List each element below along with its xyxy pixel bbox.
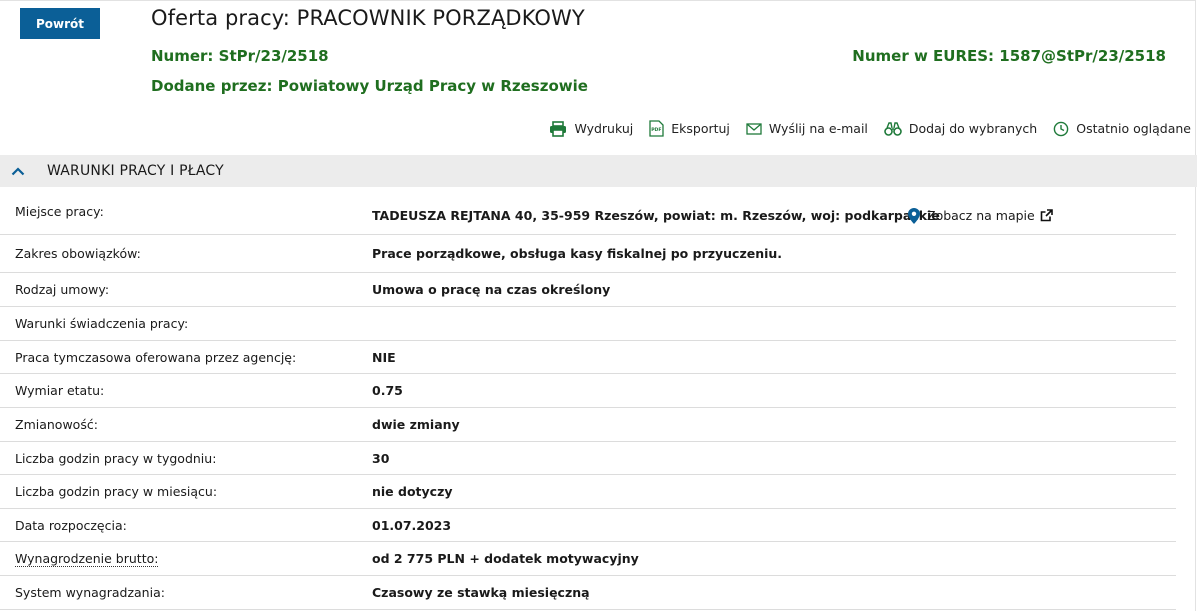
row-value: dwie zmiany — [372, 417, 460, 432]
row-label: Zakres obowiązków: — [15, 246, 141, 261]
recently-viewed-button[interactable]: Ostatnio oglądane — [1053, 121, 1191, 137]
table-row: Wynagrodzenie brutto: od 2 775 PLN + dod… — [0, 542, 1176, 576]
table-row: Data rozpoczęcia: 01.07.2023 — [0, 509, 1176, 542]
row-label: Praca tymczasowa oferowana przez agencję… — [15, 349, 297, 365]
table-row: Miejsce pracy: TADEUSZA REJTANA 40, 35-9… — [0, 197, 1176, 235]
export-button[interactable]: PDF Eksportuj — [649, 120, 730, 137]
print-label: Wydrukuj — [574, 121, 634, 136]
section-title: WARUNKI PRACY I PŁACY — [47, 163, 224, 179]
print-button[interactable]: Wydrukuj — [549, 120, 634, 137]
row-value: Umowa o pracę na czas określony — [372, 282, 611, 297]
row-value: Prace porządkowe, obsługa kasy fiskalnej… — [372, 246, 783, 261]
export-label: Eksportuj — [671, 121, 730, 136]
envelope-icon — [746, 122, 762, 135]
row-label: Miejsce pracy: — [15, 204, 104, 219]
row-label: Data rozpoczęcia: — [15, 517, 127, 533]
added-by-value: Powiatowy Urząd Pracy w Rzeszowie — [277, 77, 588, 95]
svg-text:PDF: PDF — [651, 127, 661, 133]
printer-icon — [550, 120, 567, 137]
row-value: Czasowy ze stawką miesięczną — [372, 585, 590, 600]
table-row: Rodzaj umowy: Umowa o pracę na czas okre… — [0, 273, 1176, 307]
external-link-icon — [1040, 209, 1053, 222]
row-label: Rodzaj umowy: — [15, 282, 110, 297]
details-table: Miejsce pracy: TADEUSZA REJTANA 40, 35-9… — [0, 197, 1176, 610]
map-link[interactable]: Zobacz na mapie — [908, 207, 1053, 224]
add-to-favorites-button[interactable]: Dodaj do wybranych — [884, 121, 1037, 136]
row-label: Wymiar etatu: — [15, 383, 105, 398]
chevron-up-icon[interactable] — [11, 166, 25, 176]
row-value: od 2 775 PLN + dodatek motywacyjny — [372, 551, 639, 566]
table-row: Liczba godzin pracy w miesiącu: nie doty… — [0, 475, 1176, 509]
added-by: Dodane przez: Powiatowy Urząd Pracy w Rz… — [151, 77, 588, 95]
row-label: Liczba godzin pracy w tygodniu: — [15, 450, 217, 466]
added-by-label: Dodane przez: — [151, 77, 273, 95]
offer-number: Numer: StPr/23/2518 — [151, 47, 329, 65]
table-row: Zmianowość: dwie zmiany — [0, 408, 1176, 442]
row-label: Wynagrodzenie brutto: — [15, 551, 159, 567]
row-label: System wynagradzania: — [15, 585, 165, 600]
add-to-favorites-label: Dodaj do wybranych — [908, 121, 1038, 136]
map-link-label: Zobacz na mapie — [927, 208, 1035, 223]
table-row: Praca tymczasowa oferowana przez agencję… — [0, 341, 1176, 374]
row-label: Liczba godzin pracy w miesiącu: — [15, 484, 218, 499]
row-value: 30 — [372, 450, 390, 466]
back-button[interactable]: Powrót — [20, 8, 100, 39]
section-header[interactable]: WARUNKI PRACY I PŁACY — [0, 155, 1197, 187]
table-row: Wymiar etatu: 0.75 — [0, 374, 1176, 408]
pdf-icon: PDF — [649, 120, 664, 137]
action-toolbar: Wydrukuj PDF Eksportuj Wyślij na e-mail … — [533, 120, 1191, 137]
map-pin-icon — [908, 207, 920, 224]
eures-number-label: Numer w EURES: — [852, 47, 995, 65]
page-title: Oferta pracy: PRACOWNIK PORZĄDKOWY — [151, 6, 585, 30]
row-value: 01.07.2023 — [372, 517, 452, 533]
row-label: Warunki świadczenia pracy: — [15, 316, 189, 331]
table-row: System wynagradzania: Czasowy ze stawką … — [0, 576, 1176, 610]
offer-number-label: Numer: — [151, 47, 214, 65]
offer-number-value: StPr/23/2518 — [218, 47, 329, 65]
email-button[interactable]: Wyślij na e-mail — [746, 121, 868, 136]
row-value: 0.75 — [372, 383, 403, 398]
table-row: Warunki świadczenia pracy: — [0, 307, 1176, 341]
clock-icon — [1053, 121, 1069, 136]
table-row: Liczba godzin pracy w tygodniu: 30 — [0, 442, 1176, 475]
email-label: Wyślij na e-mail — [768, 121, 868, 136]
row-value: NIE — [372, 349, 396, 365]
eures-number: Numer w EURES: 1587@StPr/23/2518 — [852, 47, 1166, 65]
binoculars-icon — [884, 121, 902, 136]
row-label: Zmianowość: — [15, 417, 98, 432]
row-value: TADEUSZA REJTANA 40, 35-959 Rzeszów, pow… — [372, 208, 940, 223]
recently-viewed-label: Ostatnio oglądane — [1076, 121, 1191, 136]
row-value: nie dotyczy — [372, 484, 453, 499]
row-label-tooltip[interactable]: Wynagrodzenie brutto: — [0, 551, 372, 567]
eures-number-value: 1587@StPr/23/2518 — [999, 47, 1166, 65]
table-row: Zakres obowiązków: Prace porządkowe, obs… — [0, 235, 1176, 273]
